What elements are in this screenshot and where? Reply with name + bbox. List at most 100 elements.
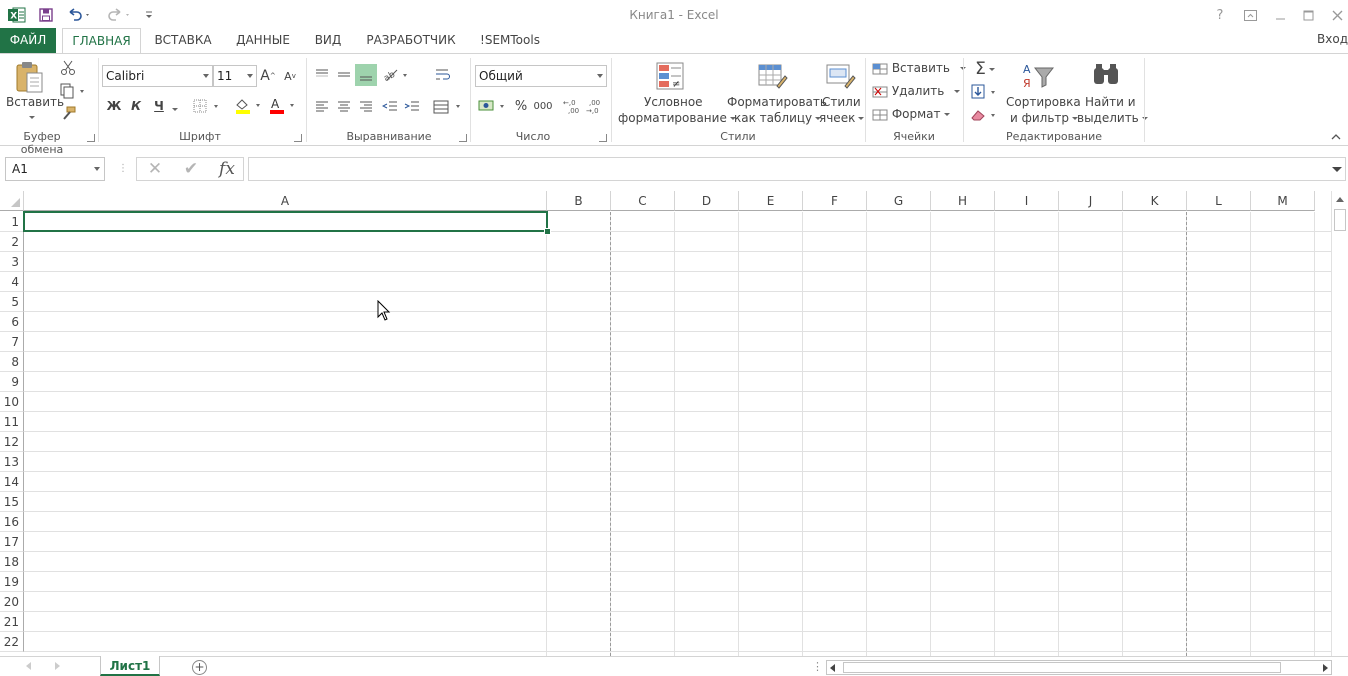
cancel-icon[interactable]: ✕ xyxy=(140,158,170,180)
align-top-icon[interactable] xyxy=(312,64,332,86)
column-header-d[interactable]: D xyxy=(675,191,739,211)
increase-decimal-icon[interactable]: ←,0,00 xyxy=(563,96,583,116)
next-sheet-icon[interactable] xyxy=(55,662,60,670)
bold-button[interactable]: Ж xyxy=(105,96,123,116)
sort-filter-label1[interactable]: Сортировка xyxy=(1006,95,1081,109)
paste-icon[interactable] xyxy=(10,60,50,96)
ribbon-display-button[interactable] xyxy=(1240,6,1260,24)
format-cells-button[interactable]: Формат xyxy=(872,107,950,121)
row-header-12[interactable]: 12 xyxy=(0,432,24,452)
sort-filter-icon[interactable]: AЯ xyxy=(1020,58,1056,94)
underline-button[interactable]: Ч xyxy=(150,96,168,116)
row-header-17[interactable]: 17 xyxy=(0,532,24,552)
maximize-button[interactable] xyxy=(1298,6,1318,24)
sign-in-link[interactable]: Вход xyxy=(1317,28,1348,50)
borders-icon[interactable] xyxy=(190,96,224,116)
align-middle-icon[interactable] xyxy=(334,64,354,86)
cell-styles-button[interactable]: ячеек xyxy=(819,111,865,125)
row-header-19[interactable]: 19 xyxy=(0,572,24,592)
insert-function-icon[interactable]: fx xyxy=(212,158,242,180)
find-select-label1[interactable]: Найти и xyxy=(1085,95,1136,109)
row-header-16[interactable]: 16 xyxy=(0,512,24,532)
row-header-10[interactable]: 10 xyxy=(0,392,24,412)
format-as-table-label1[interactable]: Форматировать xyxy=(727,95,827,109)
scroll-right-icon[interactable] xyxy=(1323,664,1328,672)
column-header-j[interactable]: J xyxy=(1059,191,1123,211)
shrink-font-button[interactable]: Av xyxy=(282,65,298,87)
tab-home[interactable]: ГЛАВНАЯ xyxy=(62,28,141,54)
align-right-icon[interactable] xyxy=(356,97,376,117)
merge-center-icon[interactable] xyxy=(432,97,464,117)
row-header-8[interactable]: 8 xyxy=(0,352,24,372)
row-header-18[interactable]: 18 xyxy=(0,552,24,572)
row-header-3[interactable]: 3 xyxy=(0,252,24,272)
expand-formula-icon[interactable] xyxy=(1332,167,1342,172)
paste-button[interactable]: Вставить xyxy=(6,95,64,109)
row-header-6[interactable]: 6 xyxy=(0,312,24,332)
font-color-icon[interactable]: A xyxy=(268,96,298,116)
alignment-launcher-icon[interactable] xyxy=(459,134,467,142)
column-header-e[interactable]: E xyxy=(739,191,803,211)
increase-indent-icon[interactable] xyxy=(402,97,422,117)
tab-data[interactable]: ДАННЫЕ xyxy=(228,28,298,53)
decrease-indent-icon[interactable] xyxy=(380,97,400,117)
worksheet-grid[interactable]: A B C D E F G H I J K L M 1 2 3 4 5 6 7 8 9 10 11 12 13 14 15 16 17 18… xyxy=(0,191,1348,656)
number-format-select[interactable]: Общий xyxy=(475,65,607,87)
find-select-icon[interactable] xyxy=(1088,58,1124,94)
horizontal-scrollbar[interactable] xyxy=(826,660,1332,675)
align-left-icon[interactable] xyxy=(312,97,332,117)
tab-splitter[interactable]: ⋮ xyxy=(812,660,823,673)
help-button[interactable]: ? xyxy=(1210,6,1230,24)
format-painter-icon[interactable] xyxy=(58,104,78,124)
column-header-f[interactable]: F xyxy=(803,191,867,211)
column-header-l[interactable]: L xyxy=(1187,191,1251,211)
column-header-m[interactable]: M xyxy=(1251,191,1315,211)
vertical-scrollbar[interactable] xyxy=(1331,191,1348,656)
font-name-select[interactable]: Calibri xyxy=(102,65,213,87)
format-as-table-icon[interactable] xyxy=(754,58,790,94)
align-bottom-icon[interactable] xyxy=(355,64,377,86)
conditional-formatting-button[interactable]: форматирование xyxy=(618,111,736,125)
autosum-button[interactable]: Σ xyxy=(970,59,1000,79)
sheet-tab-1[interactable]: Лист1 xyxy=(100,656,160,676)
find-select-button[interactable]: выделить xyxy=(1077,111,1148,125)
align-center-icon[interactable] xyxy=(334,97,354,117)
column-header-k[interactable]: K xyxy=(1123,191,1187,211)
cell-styles-label1[interactable]: Стили xyxy=(822,95,861,109)
scroll-up-icon[interactable] xyxy=(1336,197,1344,202)
row-header-15[interactable]: 15 xyxy=(0,492,24,512)
column-header-h[interactable]: H xyxy=(931,191,995,211)
scroll-left-icon[interactable] xyxy=(830,664,835,672)
clipboard-launcher-icon[interactable] xyxy=(87,134,95,142)
decrease-decimal-icon[interactable]: ,00 →,0 xyxy=(586,96,606,116)
sort-filter-button[interactable]: и фильтр xyxy=(1010,111,1079,125)
row-header-14[interactable]: 14 xyxy=(0,472,24,492)
close-button[interactable] xyxy=(1327,6,1347,24)
tab-insert[interactable]: ВСТАВКА xyxy=(148,28,218,53)
row-header-7[interactable]: 7 xyxy=(0,332,24,352)
font-size-select[interactable]: 11 xyxy=(213,65,257,87)
prev-sheet-icon[interactable] xyxy=(26,662,31,670)
add-sheet-button[interactable]: + xyxy=(192,660,207,675)
row-header-9[interactable]: 9 xyxy=(0,372,24,392)
fill-color-icon[interactable] xyxy=(234,96,264,116)
column-header-c[interactable]: C xyxy=(611,191,675,211)
insert-cells-button[interactable]: Вставить xyxy=(872,61,966,75)
paste-dropdown-arrow[interactable] xyxy=(26,110,35,124)
row-header-11[interactable]: 11 xyxy=(0,412,24,432)
percent-button[interactable]: % xyxy=(512,96,530,116)
column-header-g[interactable]: G xyxy=(867,191,931,211)
horizontal-scroll-thumb[interactable] xyxy=(843,662,1281,673)
thousands-separator-button[interactable]: 000 xyxy=(533,96,553,116)
enter-icon[interactable]: ✔ xyxy=(176,158,206,180)
conditional-formatting-icon[interactable]: ≠ xyxy=(652,58,688,94)
tab-file[interactable]: ФАЙЛ xyxy=(0,28,56,53)
copy-icon[interactable] xyxy=(58,81,88,101)
column-header-b[interactable]: B xyxy=(547,191,611,211)
select-all-button[interactable] xyxy=(0,191,24,211)
minimize-button[interactable] xyxy=(1270,6,1290,24)
formula-input[interactable] xyxy=(248,157,1346,181)
tab-semtools[interactable]: !SEMTools xyxy=(474,28,546,53)
row-header-21[interactable]: 21 xyxy=(0,612,24,632)
row-header-20[interactable]: 20 xyxy=(0,592,24,612)
